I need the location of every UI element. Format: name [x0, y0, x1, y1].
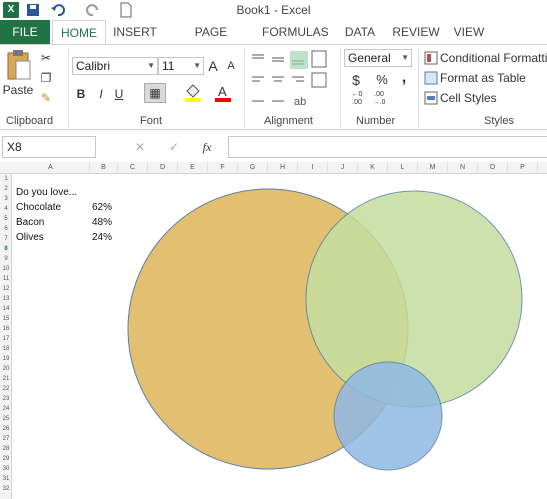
venn-circle-olives[interactable]: [333, 361, 443, 471]
venn-diagram[interactable]: [0, 0, 547, 499]
